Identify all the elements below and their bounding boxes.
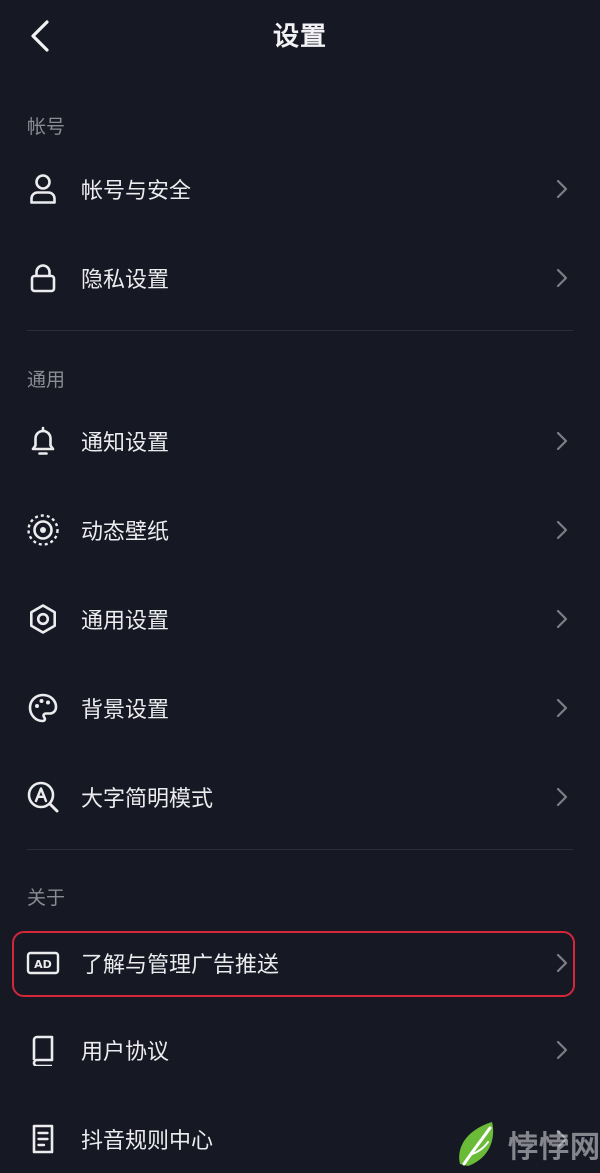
- menu-item-account-security[interactable]: 帐号与安全: [0, 153, 600, 225]
- ad-icon: AD: [26, 946, 60, 980]
- section-title-about: 关于: [27, 887, 66, 909]
- page-title: 设置: [272, 22, 327, 52]
- section-divider: [27, 330, 573, 331]
- lock-icon: [26, 261, 60, 295]
- chevron-right-icon: [554, 429, 570, 453]
- live-wallpaper-icon: [26, 513, 60, 547]
- watermark-text: 悖悖网: [508, 1130, 600, 1165]
- leaf-logo-icon: [459, 1122, 494, 1166]
- chevron-right-icon: [554, 518, 570, 542]
- large-font-search-icon: [26, 780, 60, 814]
- user-icon: [26, 172, 60, 206]
- menu-item-label: 动态壁纸: [81, 520, 170, 545]
- menu-item-label: 大字简明模式: [81, 787, 214, 812]
- watermark: 悖悖网: [452, 1114, 600, 1173]
- menu-item-ad-management[interactable]: AD 了解与管理广告推送: [0, 927, 600, 999]
- menu-item-label: 了解与管理广告推送: [81, 953, 280, 978]
- section-title-account: 帐号: [27, 116, 66, 138]
- chevron-right-icon: [554, 1038, 570, 1062]
- svg-text:AD: AD: [34, 958, 52, 971]
- menu-item-label: 背景设置: [81, 698, 170, 723]
- menu-item-label: 抖音规则中心: [81, 1129, 214, 1154]
- menu-item-label: 通知设置: [81, 431, 170, 456]
- menu-item-label: 隐私设置: [81, 268, 170, 293]
- palette-icon: [26, 691, 60, 725]
- menu-item-label: 用户协议: [81, 1040, 170, 1065]
- book-icon: [26, 1033, 60, 1067]
- chevron-right-icon: [554, 607, 570, 631]
- menu-item-general-settings[interactable]: 通用设置: [0, 583, 600, 655]
- menu-item-label: 通用设置: [81, 609, 170, 634]
- chevron-right-icon: [554, 696, 570, 720]
- menu-item-notification-settings[interactable]: 通知设置: [0, 405, 600, 477]
- chevron-right-icon: [554, 266, 570, 290]
- section-title-general: 通用: [27, 369, 66, 391]
- menu-item-background-settings[interactable]: 背景设置: [0, 672, 600, 744]
- gear-icon: [26, 602, 60, 636]
- menu-item-privacy-settings[interactable]: 隐私设置: [0, 242, 600, 314]
- menu-item-live-wallpaper[interactable]: 动态壁纸: [0, 494, 600, 566]
- settings-screen: 设置 帐号 帐号与安全 隐私设置 通用 通知设置 动态壁纸 通用设置 背景设置 …: [0, 0, 600, 1173]
- section-divider: [27, 849, 573, 850]
- chevron-right-icon: [554, 951, 570, 975]
- menu-item-large-font-mode[interactable]: 大字简明模式: [0, 761, 600, 833]
- bell-icon: [26, 424, 60, 458]
- menu-item-label: 帐号与安全: [81, 179, 192, 204]
- chevron-right-icon: [554, 177, 570, 201]
- document-list-icon: [26, 1122, 60, 1156]
- chevron-right-icon: [554, 785, 570, 809]
- header: 设置: [0, 0, 600, 76]
- menu-item-user-agreement[interactable]: 用户协议: [0, 1014, 600, 1086]
